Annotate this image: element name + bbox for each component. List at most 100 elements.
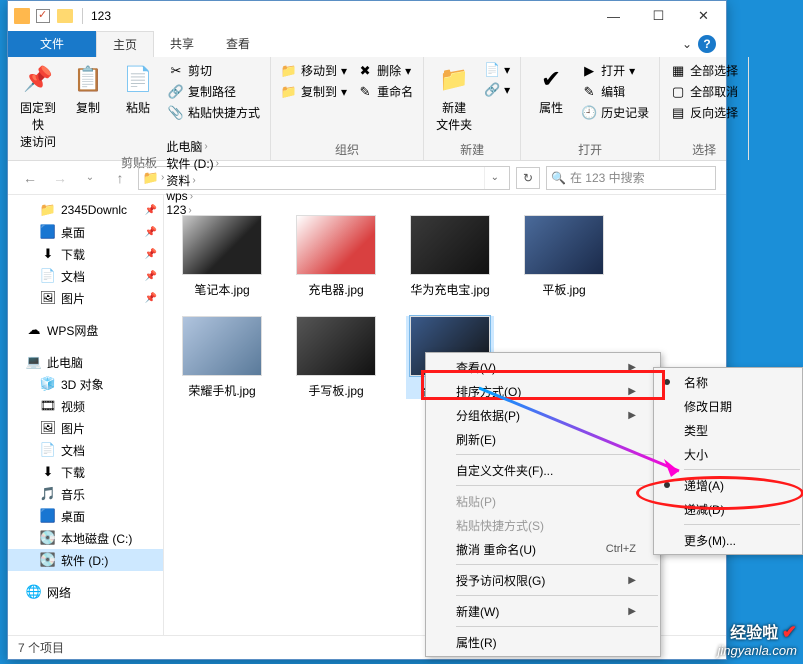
menu-item[interactable]: 递减(D)	[654, 497, 802, 521]
menu-item[interactable]: 递增(A)	[654, 473, 802, 497]
sidebar-item[interactable]: 🖼图片📌	[8, 287, 163, 309]
thumbnail	[296, 215, 376, 275]
help-icon[interactable]: ?	[698, 35, 716, 53]
sidebar-item[interactable]: 📁2345Downlc📌	[8, 199, 163, 221]
sidebar-item-label: 文档	[61, 268, 85, 285]
move-to-button[interactable]: 📁移动到 ▾	[279, 61, 349, 80]
menu-item[interactable]: 大小	[654, 442, 802, 466]
paste-shortcut-button[interactable]: 📎粘贴快捷方式	[166, 103, 262, 122]
new-item-button[interactable]: 📄▾	[482, 61, 512, 79]
edit-button[interactable]: ✎编辑	[579, 82, 651, 101]
delete-button[interactable]: ✖删除 ▾	[355, 61, 415, 80]
menu-item[interactable]: 撤消 重命名(U)Ctrl+Z	[426, 537, 660, 561]
sidebar-item-label: 下载	[61, 464, 85, 481]
recent-button[interactable]: ⌄	[78, 166, 102, 190]
pin-quick-access-button[interactable]: 📌 固定到快 速访问	[16, 61, 60, 152]
sidebar-icon: 🖼	[40, 420, 56, 436]
easy-access-button[interactable]: 🔗▾	[482, 81, 512, 99]
history-button[interactable]: 🕘历史记录	[579, 103, 651, 122]
rename-button[interactable]: ✎重命名	[355, 82, 415, 101]
menu-item[interactable]: 查看(V)▶	[426, 355, 660, 379]
folder-icon: 📁	[143, 170, 159, 186]
file-item[interactable]: 充电器.jpg	[292, 215, 380, 298]
sidebar-icon: 📁	[40, 202, 56, 218]
qat-new-folder-icon[interactable]	[56, 5, 74, 27]
refresh-button[interactable]: ↻	[516, 167, 540, 189]
select-all-button[interactable]: ▦全部选择	[668, 61, 740, 80]
tab-home[interactable]: 主页	[96, 31, 154, 57]
sidebar-this-pc[interactable]: 💻 此电脑	[8, 351, 163, 373]
maximize-button[interactable]: ☐	[636, 1, 681, 31]
menu-item[interactable]: 新建(W)▶	[426, 599, 660, 623]
menu-item[interactable]: 名称	[654, 370, 802, 394]
file-item[interactable]: 手写板.jpg	[292, 316, 380, 399]
select-none-button[interactable]: ▢全部取消	[668, 82, 740, 101]
qat-properties-icon[interactable]	[34, 5, 52, 27]
ribbon: 📌 固定到快 速访问 📋复制 📄粘贴 ✂剪切 🔗复制路径 📎粘贴快捷方式 剪贴板	[8, 57, 726, 161]
menu-item[interactable]: 刷新(E)	[426, 427, 660, 451]
up-button[interactable]: ↑	[108, 166, 132, 190]
back-button[interactable]: ←	[18, 166, 42, 190]
forward-button[interactable]: →	[48, 166, 72, 190]
breadcrumb-item[interactable]: 此电脑›	[166, 138, 219, 155]
sidebar-item[interactable]: 🧊3D 对象	[8, 373, 163, 395]
menu-item-label: 粘贴快捷方式(S)	[456, 517, 544, 534]
tab-share[interactable]: 共享	[154, 31, 210, 57]
paste-button[interactable]: 📄粘贴	[116, 61, 160, 152]
breadcrumb-item[interactable]: 资料›	[166, 172, 219, 189]
sidebar-item[interactable]: 🎵音乐	[8, 483, 163, 505]
breadcrumb[interactable]: 📁 › 此电脑›软件 (D:)›资料›wps›123› ⌄	[138, 166, 510, 190]
menu-item[interactable]: 类型	[654, 418, 802, 442]
address-dropdown[interactable]: ⌄	[484, 167, 505, 189]
file-item[interactable]: 平板.jpg	[520, 215, 608, 298]
menu-item[interactable]: 自定义文件夹(F)...	[426, 458, 660, 482]
sidebar-item[interactable]: 🟦桌面	[8, 505, 163, 527]
sidebar-item[interactable]: 📄文档	[8, 439, 163, 461]
copy-path-button[interactable]: 🔗复制路径	[166, 82, 262, 101]
sidebar-item[interactable]: 🖼图片	[8, 417, 163, 439]
minimize-button[interactable]: —	[591, 1, 636, 31]
open-button[interactable]: ▶打开 ▾	[579, 61, 651, 80]
tab-view[interactable]: 查看	[210, 31, 266, 57]
pin-icon: 📌	[145, 205, 157, 216]
breadcrumb-item[interactable]: 软件 (D:)›	[166, 155, 219, 172]
menu-item: 粘贴快捷方式(S)	[426, 513, 660, 537]
menu-item[interactable]: 排序方式(O)▶	[426, 379, 660, 403]
invert-select-button[interactable]: ▤反向选择	[668, 103, 740, 122]
sidebar-item[interactable]: 🟦桌面📌	[8, 221, 163, 243]
pin-icon: 📌	[145, 293, 157, 304]
tab-file[interactable]: 文件	[8, 31, 96, 57]
new-folder-button[interactable]: 📁 新建 文件夹	[432, 61, 476, 139]
sidebar-item[interactable]: 💽本地磁盘 (C:)	[8, 527, 163, 549]
sidebar-item[interactable]: 💽软件 (D:)	[8, 549, 163, 571]
menu-item[interactable]: 属性(R)	[426, 630, 660, 654]
menu-item[interactable]: 更多(M)...	[654, 528, 802, 552]
properties-button[interactable]: ✔属性	[529, 61, 573, 139]
cut-button[interactable]: ✂剪切	[166, 61, 262, 80]
sidebar-item-label: 软件 (D:)	[61, 552, 108, 569]
file-item[interactable]: 华为充电宝.jpg	[406, 215, 494, 298]
menu-item[interactable]: 修改日期	[654, 394, 802, 418]
menu-item[interactable]: 分组依据(P)▶	[426, 403, 660, 427]
ribbon-caret-icon[interactable]: ⌄	[682, 37, 692, 51]
menu-item-label: 分组依据(P)	[456, 407, 520, 424]
search-input[interactable]: 🔍 在 123 中搜索	[546, 166, 716, 190]
menu-item-label: 修改日期	[684, 398, 732, 415]
pin-icon: 📌	[145, 249, 157, 260]
menu-item-label: 新建(W)	[456, 603, 499, 620]
submenu-arrow-icon: ▶	[628, 575, 636, 586]
file-item[interactable]: 笔记本.jpg	[178, 215, 266, 298]
menu-item[interactable]: 授予访问权限(G)▶	[426, 568, 660, 592]
sidebar-item[interactable]: 🎞视频	[8, 395, 163, 417]
close-button[interactable]: ✕	[681, 1, 726, 31]
sidebar-item[interactable]: ☁WPS网盘	[8, 319, 163, 341]
sidebar-item[interactable]: ⬇下载	[8, 461, 163, 483]
copy-button[interactable]: 📋复制	[66, 61, 110, 152]
copy-to-button[interactable]: 📁复制到 ▾	[279, 82, 349, 101]
file-item[interactable]: 荣耀手机.jpg	[178, 316, 266, 399]
sidebar-item[interactable]: 🌐网络	[8, 581, 163, 603]
sidebar-item[interactable]: 📄文档📌	[8, 265, 163, 287]
sidebar-item[interactable]: ⬇下载📌	[8, 243, 163, 265]
bullet-icon	[664, 379, 670, 385]
menu-item-label: 刷新(E)	[456, 431, 496, 448]
